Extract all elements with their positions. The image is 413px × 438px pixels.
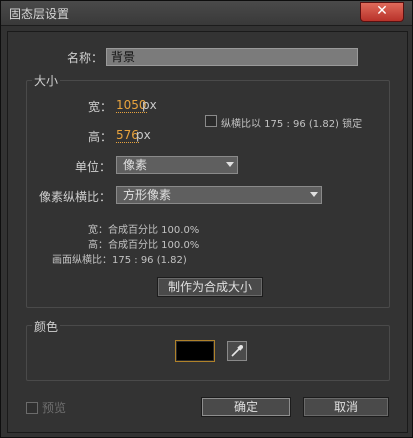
ok-button[interactable]: 确定 [201, 397, 291, 417]
solid-settings-dialog: 固态层设置 ✕ 名称： 背景 大小 宽： 1050 px 纵横比以 175 : … [0, 0, 413, 438]
color-swatch[interactable] [175, 340, 215, 362]
preview-label: 预览 [42, 401, 67, 415]
info-frame-aspect: 画面纵横比：175 : 96 (1.82) [52, 255, 187, 266]
info-height: 高：合成百分比 100.0% [88, 240, 200, 251]
name-label: 名称： [67, 51, 104, 65]
pixel-aspect-dropdown[interactable]: 方形像素 [116, 186, 322, 204]
name-input[interactable]: 背景 [106, 48, 358, 66]
window-title: 固态层设置 [9, 7, 70, 21]
pixel-aspect-dropdown-value: 方形像素 [123, 188, 172, 202]
width-label: 宽： [88, 100, 113, 114]
chevron-down-icon [310, 192, 318, 197]
lock-aspect-label: 纵横比以 175 : 96 (1.82) 锁定 [221, 119, 363, 130]
width-unit: px [142, 98, 157, 112]
make-comp-size-button[interactable]: 制作为合成大小 [157, 277, 263, 297]
units-dropdown-value: 像素 [123, 158, 148, 172]
info-width: 宽：合成百分比 100.0% [88, 225, 200, 236]
dialog-body: 名称： 背景 大小 宽： 1050 px 纵横比以 175 : 96 (1.82… [7, 31, 408, 433]
cancel-button[interactable]: 取消 [303, 397, 389, 417]
height-label: 高： [88, 130, 113, 144]
pixel-aspect-label: 像素纵横比： [39, 190, 112, 204]
title-bar[interactable]: 固态层设置 ✕ [1, 1, 412, 26]
chevron-down-icon [226, 162, 234, 167]
size-legend: 大小 [32, 72, 61, 89]
units-label: 单位： [75, 160, 112, 174]
color-legend: 颜色 [32, 318, 61, 335]
eyedropper-icon [231, 345, 243, 357]
units-dropdown[interactable]: 像素 [116, 156, 238, 174]
eyedropper-button[interactable] [227, 341, 247, 361]
height-unit: px [136, 128, 151, 142]
close-button[interactable]: ✕ [360, 2, 404, 22]
preview-checkbox[interactable] [26, 402, 38, 414]
lock-aspect-checkbox[interactable] [205, 115, 217, 127]
